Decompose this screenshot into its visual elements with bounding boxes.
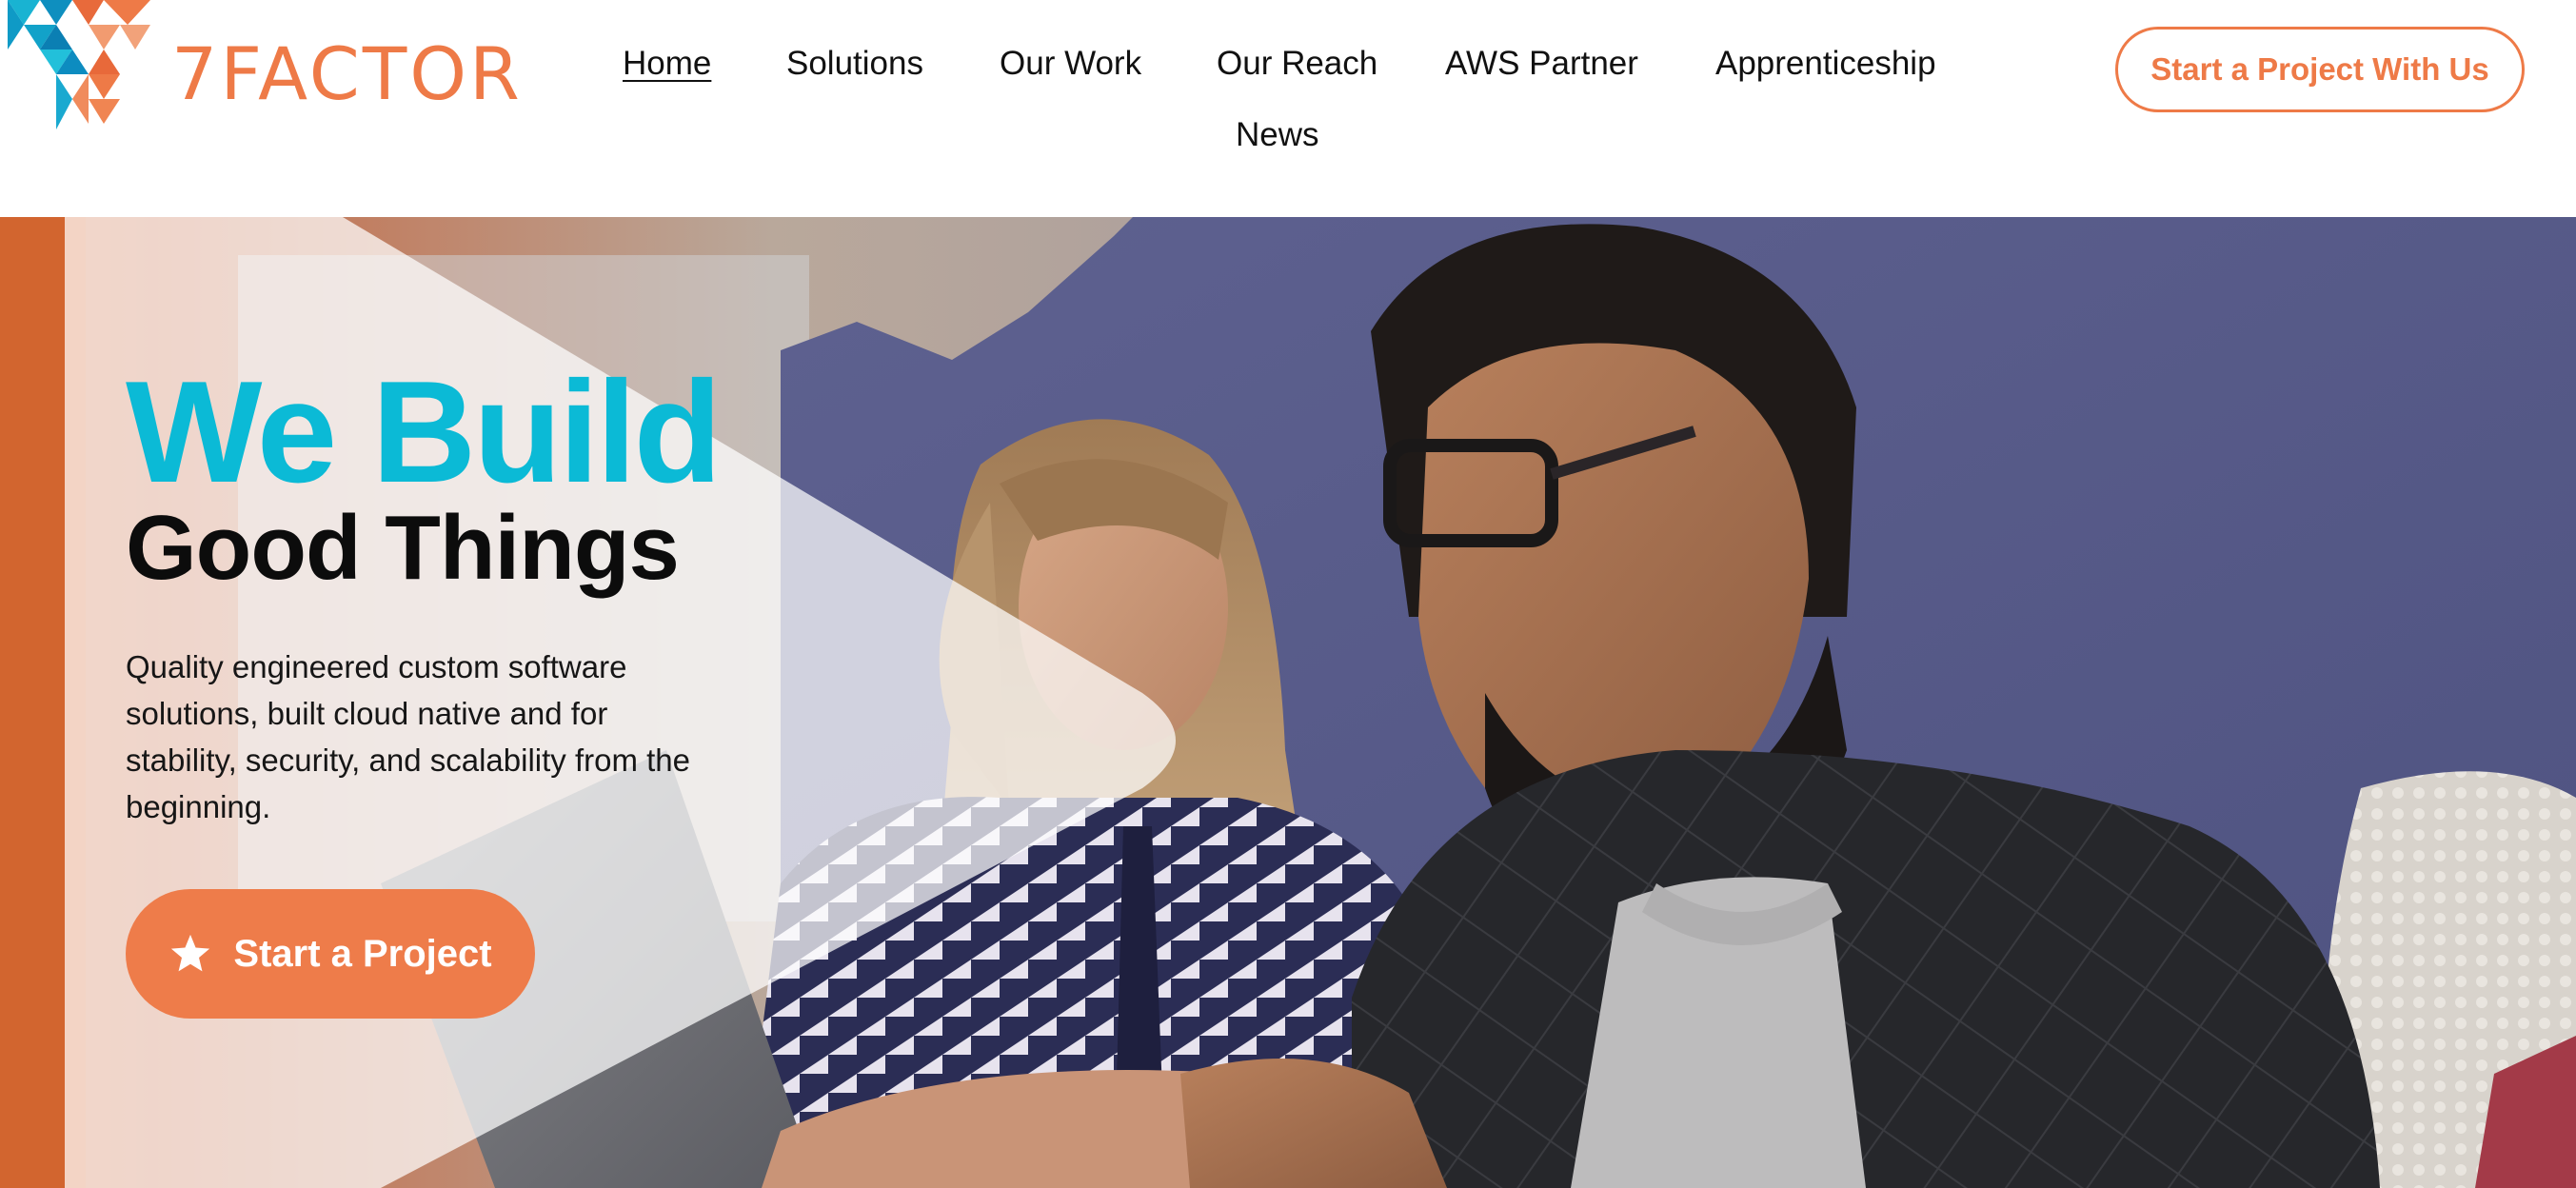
nav-item-solutions[interactable]: Solutions [786,45,923,83]
nav-item-our-reach[interactable]: Our Reach [1217,45,1377,83]
hero-section: We Build Good Things Quality engineered … [0,217,2576,1188]
nav-item-news[interactable]: News [1236,116,1319,154]
nav-item-home[interactable]: Home [623,45,711,83]
hero-description: Quality engineered custom software solut… [126,649,691,824]
hero-title-line-2: Good Things [126,497,680,599]
start-project-button[interactable]: Start a Project [126,889,535,1019]
nav-item-our-work[interactable]: Our Work [1000,45,1141,83]
logo-link[interactable]: 7FACTOR [8,0,523,133]
start-project-label: Start a Project [233,932,492,975]
hero-title-line-1: We Build [126,351,722,513]
logo-wordmark: 7FACTOR [171,31,523,116]
start-project-with-us-button[interactable]: Start a Project With Us [2115,27,2525,112]
logo-mark-icon [8,0,150,129]
nav-item-aws-partner[interactable]: AWS Partner [1445,45,1638,83]
site-header: 7FACTOR Home Solutions Our Work Our Reac… [0,0,2576,217]
nav-item-apprenticeship[interactable]: Apprenticeship [1715,45,1936,83]
star-icon [171,934,210,972]
